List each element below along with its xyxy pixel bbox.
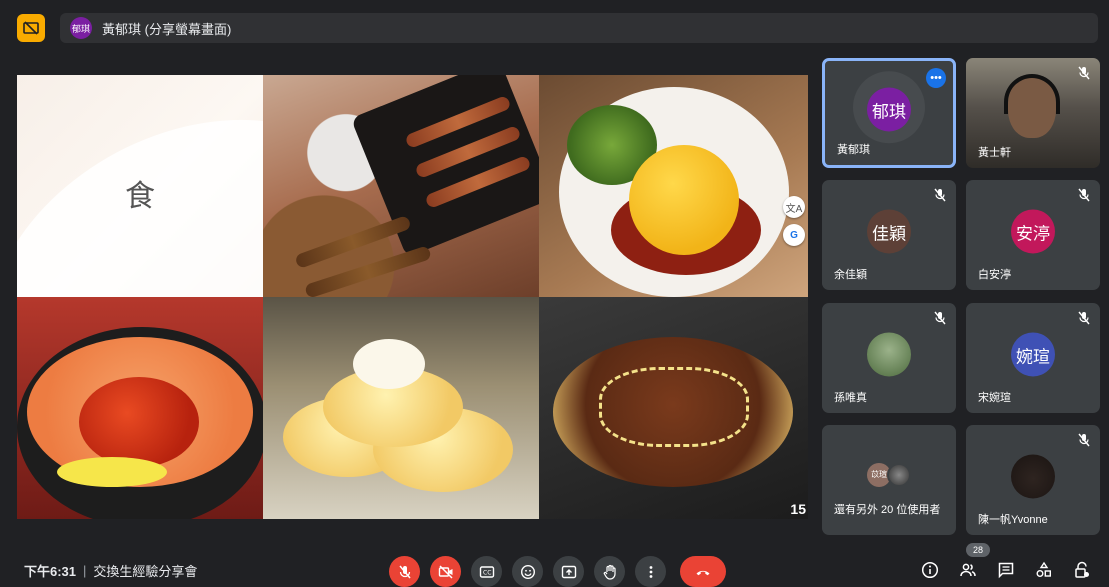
participant-tile[interactable]: 婉瑄 宋婉瑄 xyxy=(966,303,1100,413)
captions-button[interactable]: CC xyxy=(471,556,502,587)
activities-icon xyxy=(1036,561,1052,577)
more-options-icon[interactable]: ••• xyxy=(926,68,946,88)
captions-icon: CC xyxy=(479,565,494,578)
activities-button[interactable] xyxy=(1032,558,1056,582)
mic-off-icon xyxy=(398,565,411,578)
clock-time: 下午6:31 xyxy=(24,564,77,579)
meeting-details-button[interactable] xyxy=(918,558,942,582)
translate-icon[interactable]: 文A xyxy=(783,196,805,218)
participant-name: 白安渟 xyxy=(978,269,1011,281)
present-icon xyxy=(561,565,576,578)
call-controls: CC xyxy=(389,556,736,587)
participant-name: 孫唯真 xyxy=(834,392,867,404)
info-icon xyxy=(921,561,939,579)
mic-off-icon xyxy=(1078,188,1090,202)
more-options-button[interactable] xyxy=(635,556,666,587)
leave-call-button[interactable] xyxy=(680,556,726,587)
camera-toggle-button[interactable] xyxy=(430,556,461,587)
avatar: 佳穎 xyxy=(867,209,911,254)
participant-name: 陳一帆Yvonne xyxy=(978,514,1048,526)
presentation-bar: 郁琪 黃郁琪 (分享螢幕畫面) xyxy=(60,13,1098,43)
participant-tile[interactable]: 安渟 白安渟 xyxy=(966,180,1100,290)
participant-name: 余佳穎 xyxy=(834,269,867,281)
camera-off-icon xyxy=(438,564,453,579)
people-icon xyxy=(960,563,976,577)
slide-heading: 食 xyxy=(125,179,155,214)
slide-page-number: 15 xyxy=(790,501,806,517)
stop-presenting-icon xyxy=(23,21,39,35)
participant-tile[interactable]: 黃士軒 xyxy=(966,58,1100,168)
mic-off-icon xyxy=(934,188,946,202)
hand-icon xyxy=(603,564,616,580)
mic-off-icon xyxy=(1078,66,1090,80)
lock-person-icon xyxy=(1075,561,1089,578)
participant-tile[interactable]: 郁琪 ••• 黃郁琪 xyxy=(822,58,956,168)
presentation-icon-button[interactable] xyxy=(17,14,45,42)
avatar: 郁琪 xyxy=(867,87,911,132)
mic-off-icon xyxy=(1078,311,1090,325)
raise-hand-button[interactable] xyxy=(594,556,625,587)
avatar: 婉瑄 xyxy=(1011,332,1055,377)
others-label: 還有另外 20 位使用者 xyxy=(834,504,941,516)
shared-screen: 食 15 xyxy=(17,75,808,519)
avatar: 安渟 xyxy=(1011,209,1055,254)
omurice-photo xyxy=(539,75,808,297)
avatar-photo xyxy=(887,462,911,487)
svg-text:CC: CC xyxy=(483,569,491,576)
emoji-icon xyxy=(520,564,535,579)
people-button[interactable] xyxy=(956,558,980,582)
participant-name: 黃郁琪 xyxy=(837,144,870,156)
salmon-don-photo xyxy=(17,297,263,519)
present-now-button[interactable] xyxy=(553,556,584,587)
hang-up-icon xyxy=(696,570,710,575)
meeting-info: 下午6:31 | 交換生經驗分享會 xyxy=(24,561,197,580)
others-tile[interactable]: 苡瑄 還有另外 20 位使用者 xyxy=(822,425,956,535)
mic-toggle-button[interactable] xyxy=(389,556,420,587)
meeting-title: 交換生經驗分享會 xyxy=(93,564,198,579)
separator: | xyxy=(83,563,87,578)
participant-name: 宋婉瑄 xyxy=(978,392,1011,404)
more-vert-icon xyxy=(649,565,652,578)
avatar-photo xyxy=(867,332,911,377)
participant-tile[interactable]: 孫唯真 xyxy=(822,303,956,413)
slide-side-tools: 文A G xyxy=(783,196,805,246)
side-panel-tools xyxy=(918,558,1108,582)
avatar-photo xyxy=(1011,454,1055,499)
mic-off-icon xyxy=(934,311,946,325)
host-controls-button[interactable] xyxy=(1070,558,1094,582)
presentation-title: 黃郁琪 (分享螢幕畫面) xyxy=(102,21,232,37)
reactions-button[interactable] xyxy=(512,556,543,587)
participant-tile[interactable]: 佳穎 余佳穎 xyxy=(822,180,956,290)
pancake-photo xyxy=(263,297,539,519)
presenter-avatar: 郁琪 xyxy=(70,17,92,39)
participant-name: 黃士軒 xyxy=(978,147,1011,159)
others-avatars: 苡瑄 xyxy=(867,462,911,487)
okonomiyaki-photo: 15 xyxy=(539,297,808,519)
mic-off-icon xyxy=(1078,433,1090,447)
participant-count-badge: 28 xyxy=(966,543,990,557)
google-lens-icon[interactable]: G xyxy=(783,224,805,246)
chat-icon xyxy=(998,562,1014,579)
chat-button[interactable] xyxy=(994,558,1018,582)
yakitori-photo xyxy=(263,75,539,297)
slide-title-panel: 食 xyxy=(17,75,263,297)
participant-tile[interactable]: 陳一帆Yvonne xyxy=(966,425,1100,535)
